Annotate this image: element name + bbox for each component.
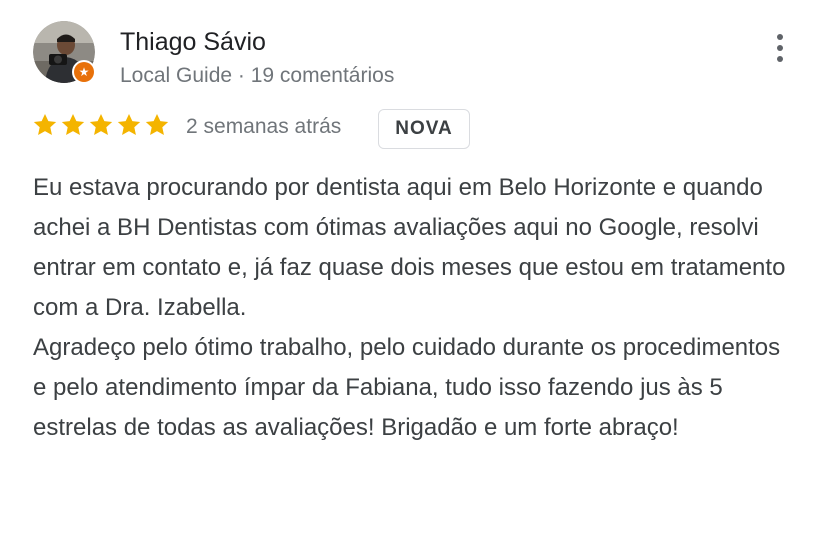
reviewer-meta[interactable]: Local Guide · 19 comentários [120, 63, 394, 89]
new-badge: NOVA [378, 109, 470, 149]
star-icon [145, 113, 169, 135]
local-guide-star-icon: ★ [74, 62, 94, 82]
review-text: Eu estava procurando por dentista aqui e… [33, 168, 793, 448]
review-paragraph: Agradeço pelo ótimo trabalho, pelo cuida… [33, 334, 781, 441]
local-guide-badge: ★ [72, 60, 96, 84]
more-options-button[interactable] [766, 30, 794, 66]
star-icon [61, 113, 85, 135]
reviewer-name[interactable]: Thiago Sávio [120, 27, 266, 57]
review-paragraph: Eu estava procurando por dentista aqui e… [33, 174, 786, 321]
star-rating [32, 112, 170, 142]
avatar[interactable]: ★ [33, 21, 96, 84]
more-vert-icon-dot [777, 45, 783, 51]
star-icon [33, 113, 57, 135]
more-vert-icon [777, 34, 783, 40]
review-card: ★ Thiago Sávio Local Guide · 19 comentár… [0, 0, 828, 545]
review-date: 2 semanas atrás [186, 115, 342, 138]
more-vert-icon-dot [777, 56, 783, 62]
star-icon [89, 113, 113, 135]
star-icon [117, 113, 141, 135]
